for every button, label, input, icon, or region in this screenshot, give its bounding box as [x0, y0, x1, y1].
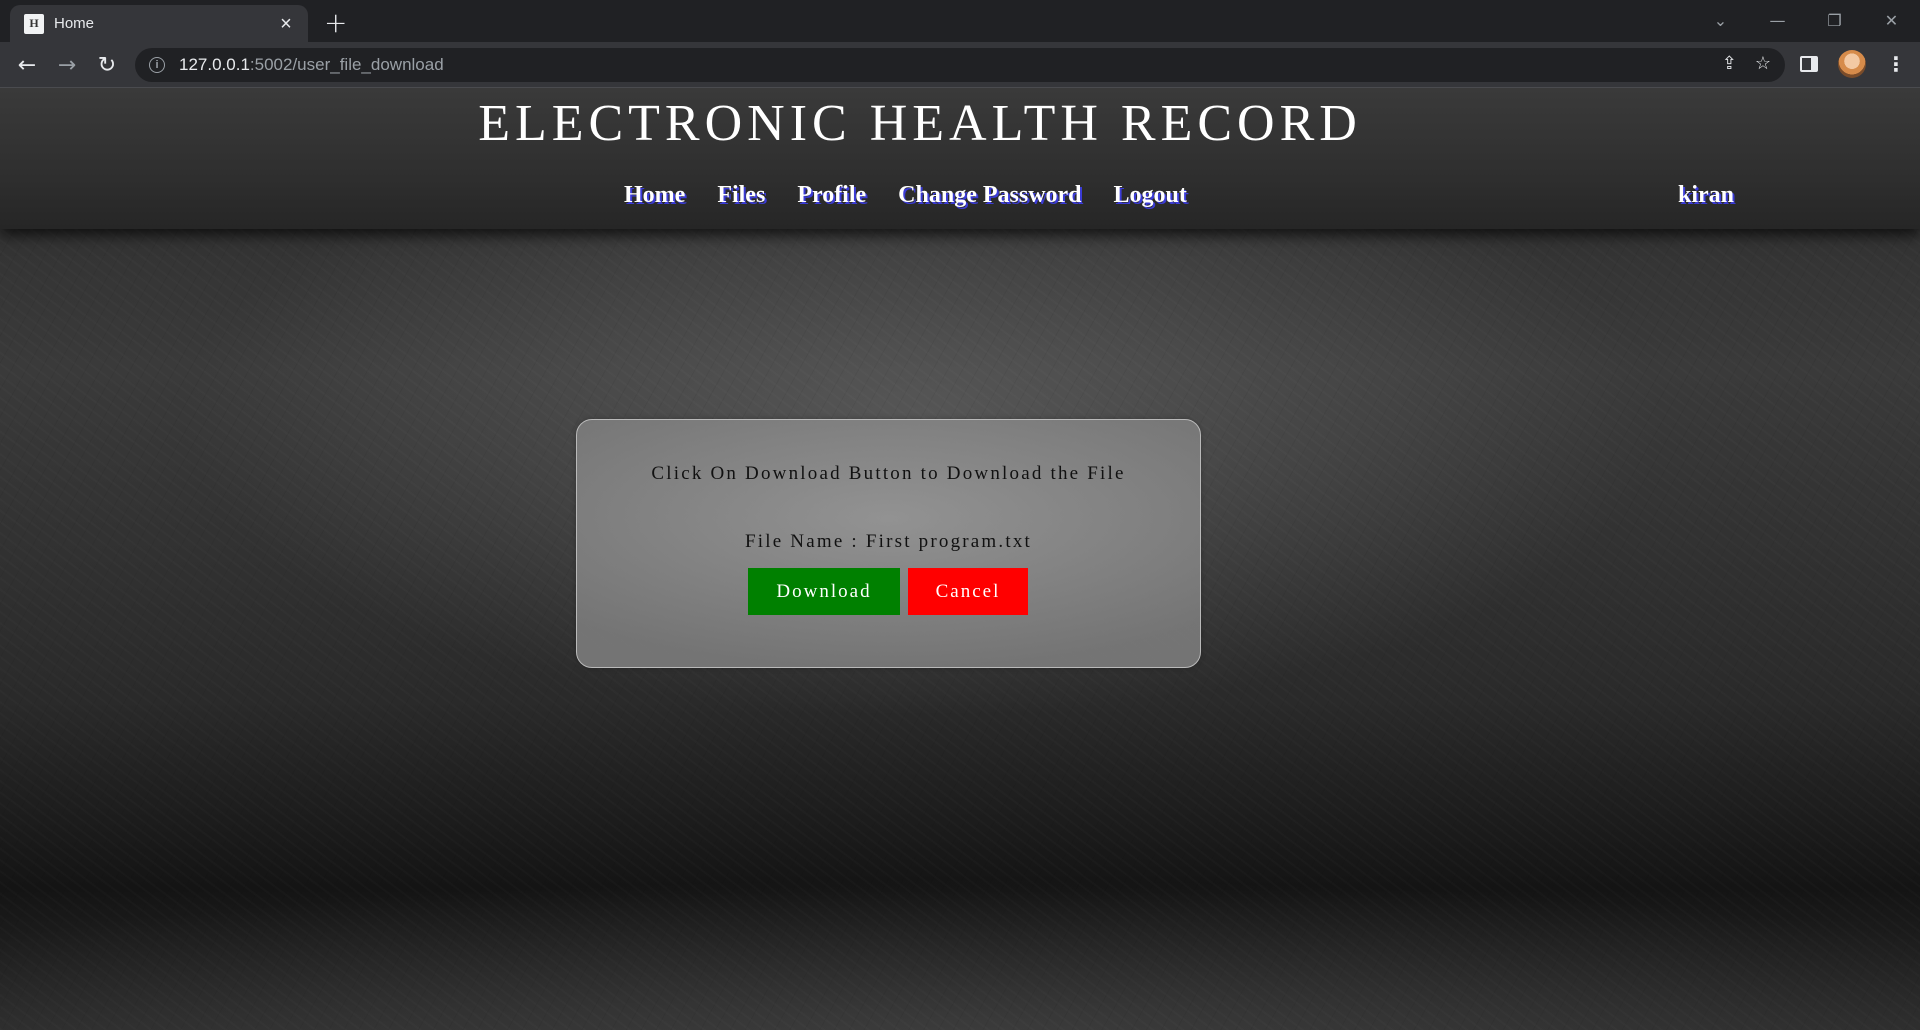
site-info-icon[interactable]: i: [149, 57, 165, 73]
forward-arrow-icon[interactable]: →: [52, 50, 82, 80]
close-tab-icon[interactable]: ×: [276, 14, 296, 34]
cancel-button[interactable]: Cancel: [908, 568, 1028, 615]
file-name-label: File Name :: [744, 531, 866, 552]
restore-icon[interactable]: ❐: [1806, 0, 1863, 40]
window-controls: ⌄ — ❐ ✕: [1692, 0, 1920, 40]
minimize-icon[interactable]: —: [1749, 0, 1806, 40]
nav-home-link[interactable]: Home: [624, 182, 685, 209]
nav-logout-link[interactable]: Logout: [1114, 182, 1187, 209]
browser-menu-icon[interactable]: ⋮: [1886, 52, 1906, 76]
nav-change-password-link[interactable]: Change Password: [898, 182, 1081, 209]
side-panel-icon[interactable]: [1800, 56, 1818, 72]
nav-files-link[interactable]: Files: [717, 182, 765, 209]
download-button[interactable]: Download: [748, 568, 900, 615]
url-path: :5002/user_file_download: [249, 55, 444, 74]
reload-icon[interactable]: ↻: [92, 50, 122, 80]
share-icon[interactable]: ⇪: [1722, 53, 1737, 74]
browser-tab[interactable]: H Home ×: [10, 5, 308, 42]
download-card: Click On Download Button to Download the…: [576, 419, 1201, 668]
bookmark-star-icon[interactable]: ☆: [1755, 53, 1771, 74]
card-buttons: Download Cancel: [748, 568, 1028, 615]
main-nav: Home Files Profile Change Password Logou…: [624, 182, 1187, 209]
tab-title: Home: [54, 15, 95, 32]
site-header: ELECTRONIC HEALTH RECORD Home Files Prof…: [0, 88, 1920, 229]
download-instruction: Click On Download Button to Download the…: [651, 463, 1126, 484]
file-name-value: First program.txt: [865, 531, 1033, 552]
file-name-line: File Name : First program.txt: [577, 531, 1200, 553]
profile-avatar[interactable]: [1838, 50, 1866, 78]
back-arrow-icon[interactable]: ←: [12, 50, 42, 80]
site-title-text: ELECTRONIC HEALTH RECORD: [478, 95, 1362, 152]
new-tab-icon[interactable]: +: [324, 6, 347, 39]
url-host: 127.0.0.1: [179, 55, 250, 74]
tab-favicon-icon: H: [24, 13, 44, 34]
current-user-name: kiran: [1678, 182, 1735, 208]
site-title: ELECTRONIC HEALTH RECORD: [0, 94, 1920, 153]
browser-toolbar: ← → ↻ i 127.0.0.1:5002/user_file_downloa…: [0, 42, 1920, 88]
page-content: ELECTRONIC HEALTH RECORD Home Files Prof…: [0, 88, 1920, 1030]
nav-profile-link[interactable]: Profile: [797, 182, 866, 209]
tab-search-icon[interactable]: ⌄: [1692, 0, 1749, 40]
browser-tab-strip: H Home × + ⌄ — ❐ ✕: [0, 0, 1920, 42]
address-bar[interactable]: i 127.0.0.1:5002/user_file_download ⇪ ☆: [135, 48, 1785, 82]
close-window-icon[interactable]: ✕: [1863, 0, 1920, 40]
